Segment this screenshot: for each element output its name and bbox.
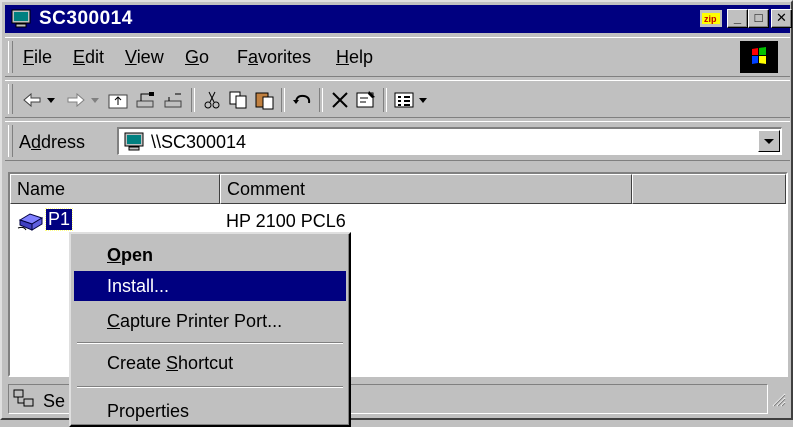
address-input[interactable]: \\SC300014 [117,127,782,155]
menu-separator [77,342,343,344]
column-header-empty[interactable] [632,174,786,204]
windows-logo-icon [740,41,778,73]
back-icon[interactable] [21,89,43,111]
toolbar-grip[interactable] [8,84,13,114]
context-item-open[interactable]: Open [74,240,346,270]
menu-separator [77,386,343,388]
status-text: Se [43,391,66,411]
address-bar: Address \\SC300014 [5,121,790,161]
menu-bar: File Edit View Go Favorites Help [5,37,790,77]
address-dropdown-button[interactable] [758,130,780,152]
forward-icon[interactable] [65,89,87,111]
copy-icon[interactable] [227,89,249,111]
toolbar-separator [281,88,285,112]
close-button[interactable]: ✕ [771,9,792,28]
toolbar-separator [191,88,195,112]
column-header-comment[interactable]: Comment [220,174,632,204]
menubar-grip[interactable] [8,41,13,73]
undo-icon[interactable] [291,89,313,111]
views-icon[interactable] [393,89,415,111]
standard-toolbar [5,80,790,118]
context-item-create-shortcut[interactable]: Create Shortcut [74,348,346,378]
menu-help[interactable]: Help [336,47,373,68]
menu-favorites[interactable]: Favorites [237,47,311,68]
address-label: Address [19,132,86,152]
addressbar-grip[interactable] [8,125,13,157]
menu-edit[interactable]: Edit [73,47,104,68]
maximize-button[interactable]: □ [748,9,769,28]
title-bar[interactable]: SC300014 zip _ □ ✕ [5,5,792,34]
column-header-name[interactable]: Name [10,174,220,204]
menu-file[interactable]: File [23,47,52,68]
chevron-down-icon [764,139,774,144]
views-dropdown-icon[interactable] [417,89,429,111]
delete-icon[interactable] [329,89,351,111]
item-name: P1 [44,208,74,231]
back-dropdown-icon[interactable] [45,89,57,111]
cut-icon[interactable] [201,89,223,111]
context-item-capture-printer-port[interactable]: Capture Printer Port... [74,306,346,336]
resize-grip-icon[interactable] [770,391,786,412]
disconnect-drive-icon[interactable] [163,89,185,111]
zip-icon[interactable]: zip [700,10,722,27]
forward-dropdown-icon[interactable] [89,89,101,111]
minimize-button[interactable]: _ [727,9,748,28]
toolbar-separator [319,88,323,112]
address-value: \\SC300014 [151,132,247,152]
context-item-properties[interactable]: Properties [74,396,346,426]
up-folder-icon[interactable] [107,89,129,111]
printer-icon [16,208,46,237]
network-icon [12,388,36,415]
computer-icon [123,132,145,157]
menu-view[interactable]: View [125,47,164,68]
computer-icon [10,9,32,34]
context-item-install[interactable]: Install... [74,271,346,301]
map-drive-icon[interactable] [135,89,157,111]
item-comment: HP 2100 PCL6 [226,211,346,231]
paste-icon[interactable] [253,89,275,111]
menu-go[interactable]: Go [185,47,209,68]
properties-icon[interactable] [355,89,377,111]
context-menu: Open Install... Capture Printer Port... … [69,232,351,427]
toolbar-separator [383,88,387,112]
window-title: SC300014 [39,8,133,29]
zip-badge-text: zip [704,14,717,24]
